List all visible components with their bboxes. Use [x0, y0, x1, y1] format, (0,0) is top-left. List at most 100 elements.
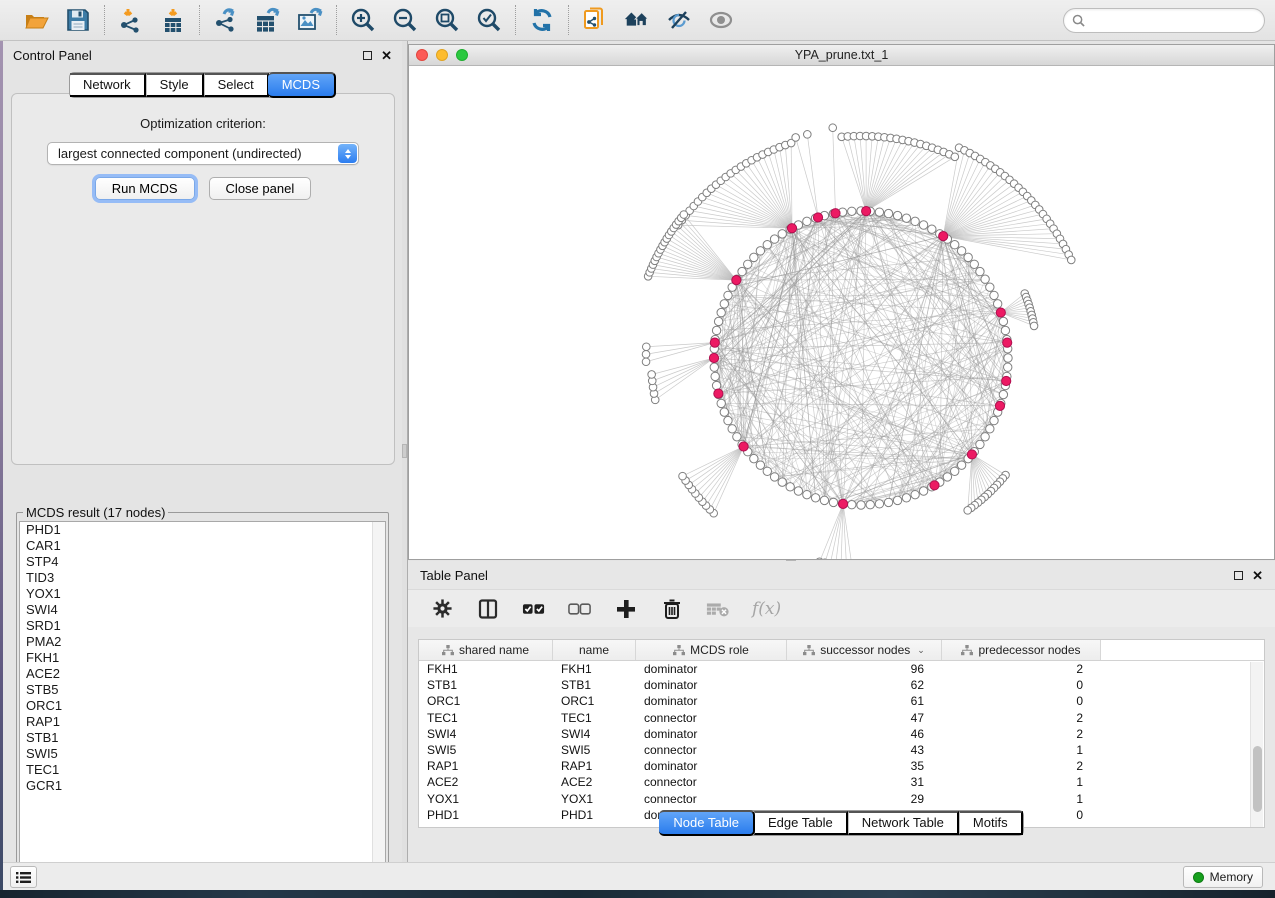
result-node-item[interactable]: SRD1: [20, 618, 385, 634]
column-header-name[interactable]: name: [553, 640, 636, 660]
open-file-icon[interactable]: [22, 6, 50, 34]
log-console-button[interactable]: [10, 866, 37, 888]
network-window-titlebar[interactable]: YPA_prune.txt_1: [409, 45, 1274, 66]
mcds-hub-node[interactable]: [739, 442, 748, 451]
home-icon[interactable]: [623, 6, 651, 34]
deselect-all-icon[interactable]: [568, 597, 592, 621]
table-row[interactable]: ACE2ACE2connector311: [419, 774, 1264, 790]
mcds-hub-node[interactable]: [939, 232, 948, 241]
tab-select[interactable]: Select: [204, 73, 269, 97]
zoom-out-icon[interactable]: [391, 6, 419, 34]
result-node-item[interactable]: PMA2: [20, 634, 385, 650]
result-node-item[interactable]: TID3: [20, 570, 385, 586]
criterion-select[interactable]: largest connected component (undirected): [47, 142, 359, 165]
result-node-item[interactable]: CAR1: [20, 538, 385, 554]
mcds-hub-node[interactable]: [930, 481, 939, 490]
tab-network[interactable]: Network: [70, 73, 146, 97]
network-canvas[interactable]: [409, 66, 1274, 559]
run-mcds-button[interactable]: Run MCDS: [95, 177, 195, 200]
mcds-hub-node[interactable]: [732, 276, 741, 285]
result-node-item[interactable]: ACE2: [20, 666, 385, 682]
attribute-icon: [442, 645, 454, 656]
result-node-item[interactable]: SWI5: [20, 746, 385, 762]
table-row[interactable]: FKH1FKH1dominator962: [419, 661, 1264, 677]
zoom-fit-icon[interactable]: [433, 6, 461, 34]
column-header-shared-name[interactable]: shared name: [419, 640, 553, 660]
tab-motifs[interactable]: Motifs: [959, 811, 1023, 835]
result-node-item[interactable]: YOX1: [20, 586, 385, 602]
mcds-hub-node[interactable]: [710, 338, 719, 347]
column-header-predecessor-nodes[interactable]: predecessor nodes: [942, 640, 1101, 660]
memory-button[interactable]: Memory: [1183, 866, 1263, 888]
mcds-result-list[interactable]: PHD1CAR1STP4TID3YOX1SWI4SRD1PMA2FKH1ACE2…: [19, 521, 386, 876]
table-cell: 1: [942, 792, 1101, 806]
hide-selected-icon[interactable]: [665, 6, 693, 34]
tab-style[interactable]: Style: [146, 73, 204, 97]
column-header-successor-nodes[interactable]: successor nodes⌄: [787, 640, 942, 660]
search-input[interactable]: [1090, 14, 1256, 28]
mcds-hub-node[interactable]: [967, 450, 976, 459]
result-node-item[interactable]: SWI4: [20, 602, 385, 618]
table-row[interactable]: STB1STB1dominator620: [419, 677, 1264, 693]
mcds-hub-node[interactable]: [813, 213, 822, 222]
table-row[interactable]: TEC1TEC1connector472: [419, 710, 1264, 726]
columns-icon[interactable]: [476, 597, 500, 621]
result-node-item[interactable]: STB1: [20, 730, 385, 746]
mcds-hub-node[interactable]: [714, 389, 723, 398]
close-panel-button[interactable]: Close panel: [209, 177, 312, 200]
zoom-selected-icon[interactable]: [475, 6, 503, 34]
tab-edge-table[interactable]: Edge Table: [754, 811, 848, 835]
result-node-item[interactable]: STP4: [20, 554, 385, 570]
share-network-icon[interactable]: [581, 6, 609, 34]
select-all-icon[interactable]: [522, 597, 546, 621]
refresh-icon[interactable]: [528, 6, 556, 34]
close-panel-icon[interactable]: ✕: [1252, 571, 1263, 580]
zoom-in-icon[interactable]: [349, 6, 377, 34]
table-row[interactable]: ORC1ORC1dominator610: [419, 693, 1264, 709]
tab-network-table[interactable]: Network Table: [848, 811, 959, 835]
table-scrollbar[interactable]: [1250, 662, 1263, 827]
result-node-item[interactable]: RAP1: [20, 714, 385, 730]
result-node-item[interactable]: ORC1: [20, 698, 385, 714]
table-row[interactable]: RAP1RAP1dominator352: [419, 758, 1264, 774]
network-graph[interactable]: [409, 66, 1274, 559]
result-node-item[interactable]: GCR1: [20, 778, 385, 794]
float-window-icon[interactable]: [363, 51, 372, 60]
table-cell: ACE2: [419, 775, 553, 789]
mcds-hub-node[interactable]: [862, 206, 871, 215]
delete-icon[interactable]: [660, 597, 684, 621]
float-window-icon[interactable]: [1234, 571, 1243, 580]
mcds-hub-node[interactable]: [1003, 338, 1012, 347]
mcds-hub-node[interactable]: [831, 209, 840, 218]
import-table-icon[interactable]: [159, 6, 187, 34]
mcds-hub-node[interactable]: [787, 224, 796, 233]
column-label: shared name: [459, 643, 529, 657]
tab-node-table[interactable]: Node Table: [659, 810, 755, 836]
save-session-icon[interactable]: [64, 6, 92, 34]
mcds-hub-node[interactable]: [996, 308, 1005, 317]
result-node-item[interactable]: TEC1: [20, 762, 385, 778]
result-node-item[interactable]: FKH1: [20, 650, 385, 666]
show-selected-icon[interactable]: [707, 6, 735, 34]
export-image-icon[interactable]: [296, 6, 324, 34]
tab-mcds[interactable]: MCDS: [268, 72, 336, 98]
mcds-hub-node[interactable]: [1002, 376, 1011, 385]
add-icon[interactable]: [614, 597, 638, 621]
column-header-MCDS-role[interactable]: MCDS role: [636, 640, 787, 660]
table-row[interactable]: SWI5SWI5connector431: [419, 742, 1264, 758]
import-network-icon[interactable]: [117, 6, 145, 34]
search-box[interactable]: [1063, 8, 1265, 33]
result-node-item[interactable]: STB5: [20, 682, 385, 698]
result-node-item[interactable]: PHD1: [20, 522, 385, 538]
export-network-icon[interactable]: [212, 6, 240, 34]
export-table-icon[interactable]: [254, 6, 282, 34]
gear-icon[interactable]: [430, 597, 454, 621]
table-cell: 1: [942, 775, 1101, 789]
mcds-hub-node[interactable]: [838, 499, 847, 508]
mcds-hub-node[interactable]: [995, 401, 1004, 410]
result-scrollbar[interactable]: [372, 522, 385, 875]
close-panel-icon[interactable]: ✕: [381, 51, 392, 60]
mcds-hub-node[interactable]: [709, 353, 718, 362]
table-row[interactable]: YOX1YOX1connector291: [419, 791, 1264, 807]
table-row[interactable]: SWI4SWI4dominator462: [419, 726, 1264, 742]
